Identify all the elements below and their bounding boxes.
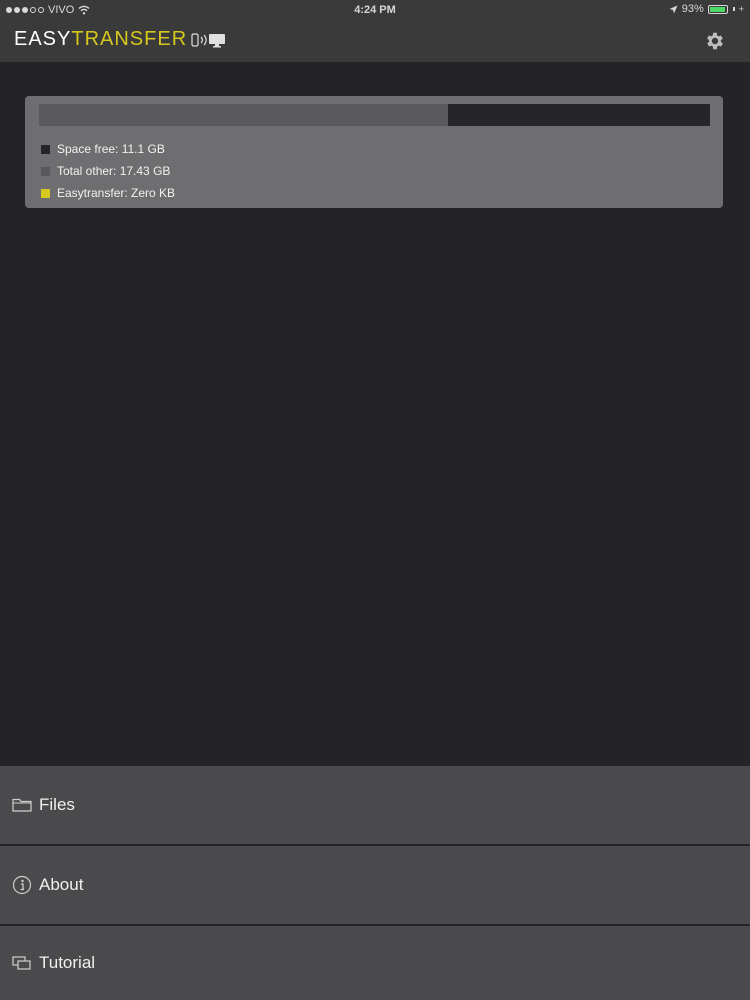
logo-text-easy: EASY [14,28,72,50]
legend-label-space-free: Space free: 11.1 GB [57,142,165,156]
legend-item-space-free: Space free: 11.1 GB [41,138,175,160]
battery-icon [707,4,728,14]
charging-icon: + [738,4,744,14]
menu-item-files[interactable]: Files [0,766,750,844]
folder-icon [12,795,32,815]
status-time: 4:24 PM [354,4,396,16]
legend-swatch-other [41,166,50,176]
location-arrow-icon [669,5,678,13]
storage-usage-bar [39,104,710,126]
settings-button[interactable] [704,30,726,52]
info-icon [12,875,32,895]
menu-item-tutorial[interactable]: Tutorial [0,926,750,1000]
menu-label-files: Files [39,795,75,814]
battery-percent: 93% [681,3,704,15]
gear-icon [707,32,723,50]
app-logo: EASY TRANSFER [14,28,227,51]
tutorial-icon [12,953,32,973]
legend-label-total-other: Total other: 17.43 GB [57,164,171,178]
storage-legend: Space free: 11.1 GB Total other: 17.43 G… [41,138,175,204]
storage-usage-card: Space free: 11.1 GB Total other: 17.43 G… [25,96,723,208]
menu-label-about: About [39,875,84,894]
transfer-devices-icon [191,31,227,49]
logo-text-transfer: TRANSFER [71,28,188,50]
menu-item-about[interactable]: About [0,846,750,924]
legend-item-easytransfer: Easytransfer: Zero KB [41,182,175,204]
status-bar: VIVO 4:24 PM 93% + [0,0,750,20]
usage-bar-other-segment [39,104,449,126]
legend-item-total-other: Total other: 17.43 GB [41,160,175,182]
app-header: EASY TRANSFER [0,20,750,62]
legend-swatch-easytransfer [41,188,50,198]
legend-swatch-free [41,144,50,154]
menu-label-tutorial: Tutorial [39,953,96,972]
status-right: 93% + [669,3,744,15]
legend-label-easytransfer: Easytransfer: Zero KB [57,186,176,200]
